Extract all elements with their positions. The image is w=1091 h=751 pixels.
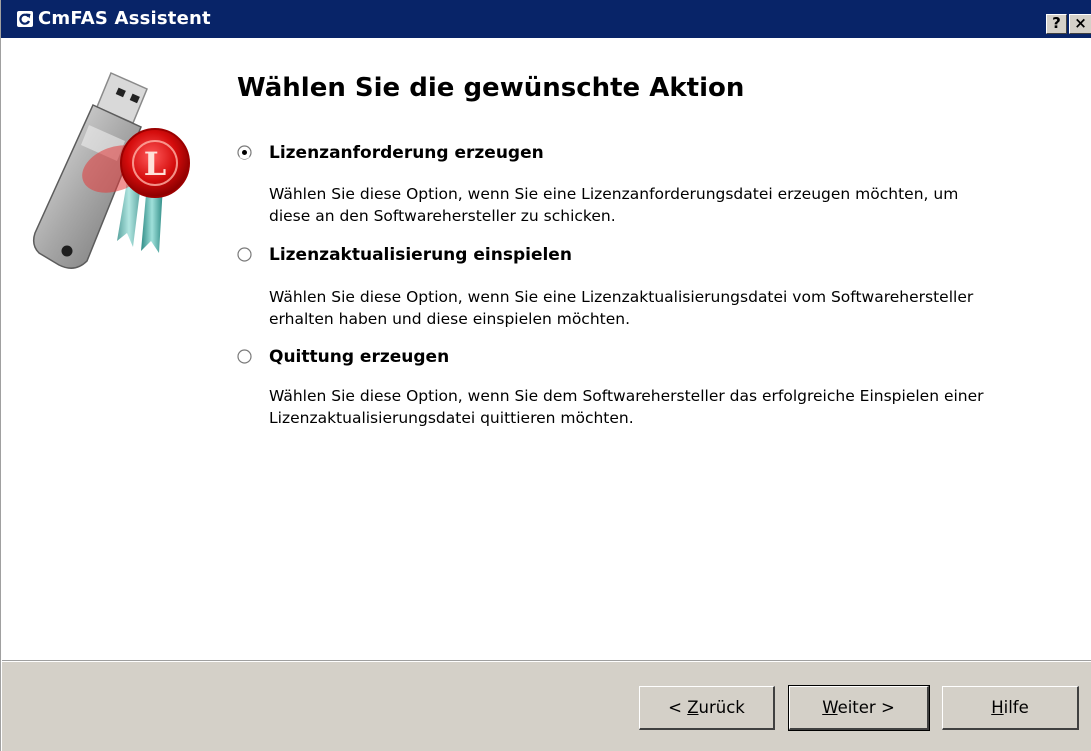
next-mnemonic: W (822, 698, 838, 717)
next-button[interactable]: Weiter > (788, 685, 930, 731)
help-button[interactable]: Hilfe (942, 686, 1079, 730)
wizard-window: CmFAS Assistent ? × L Wählen Sie die gew… (0, 0, 1091, 751)
title-bar[interactable]: CmFAS Assistent ? × (1, 0, 1091, 38)
back-button[interactable]: < Zurück (639, 686, 775, 730)
back-mnemonic: Z (687, 698, 699, 717)
radio-unchecked-icon[interactable] (237, 247, 252, 262)
radio-unchecked-icon[interactable] (237, 349, 252, 364)
option-description: Wählen Sie diese Option, wenn Sie eine L… (269, 185, 959, 225)
option-description: Wählen Sie diese Option, wenn Sie eine L… (269, 288, 974, 328)
option-label[interactable]: Lizenzanforderung erzeugen (269, 142, 544, 164)
next-label: eiter > (837, 698, 895, 717)
back-prefix: < (668, 698, 688, 717)
svg-text:L: L (144, 145, 167, 183)
option-label[interactable]: Quittung erzeugen (269, 346, 449, 368)
help-label: ilfe (1003, 698, 1029, 717)
page-title: Wählen Sie die gewünschte Aktion (237, 73, 745, 103)
help-title-button[interactable]: ? (1046, 14, 1067, 34)
option-label[interactable]: Lizenzaktualisierung einspielen (269, 244, 572, 266)
app-refresh-icon (17, 11, 33, 27)
window-title: CmFAS Assistent (38, 8, 211, 29)
option-description: Wählen Sie diese Option, wenn Sie dem So… (269, 387, 984, 427)
help-mnemonic: H (991, 698, 1004, 717)
back-label: urück (698, 698, 745, 717)
close-button[interactable]: × (1069, 14, 1091, 34)
radio-checked-icon[interactable] (237, 145, 252, 160)
usb-dongle-license-seal-icon: L (32, 72, 190, 269)
